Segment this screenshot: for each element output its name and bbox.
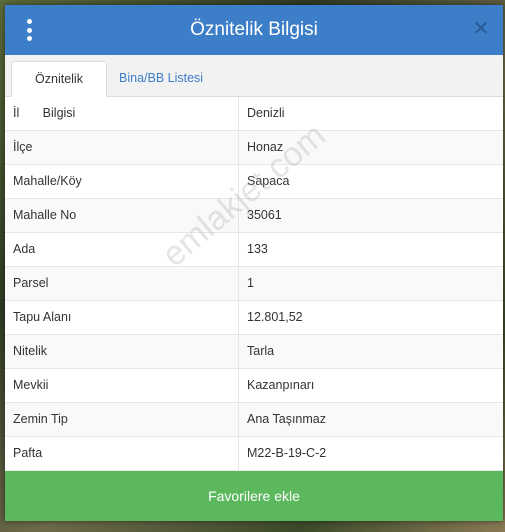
tab-bar: Öznitelik Bilgisi Bina/BB Listesi (5, 55, 503, 120)
attribute-value: Honaz (247, 140, 284, 154)
attribute-key: Ada (5, 233, 239, 266)
attribute-value: Sapaca (247, 174, 290, 188)
attribute-key: Zemin Tip (5, 403, 239, 436)
attribute-value: 133 (247, 242, 268, 256)
tab-oznitelik-bilgisi[interactable]: Öznitelik Bilgisi (11, 61, 107, 120)
attribute-value: Denizli (247, 106, 285, 120)
dialog-title: Öznitelik Bilgisi (190, 19, 318, 40)
attribute-value: Ana Taşınmaz (247, 412, 326, 426)
table-row: Mahalle No 35061 (5, 199, 503, 233)
attribute-key: Tapu Alanı (5, 301, 239, 334)
attribute-key: Mahalle No (5, 199, 239, 232)
table-row: İlçe Honaz (5, 131, 503, 165)
attribute-value: 1 (247, 276, 254, 290)
attribute-value: Tarla (247, 344, 275, 358)
attribute-key: Parsel (5, 267, 239, 300)
table-row: İl Denizli (5, 97, 503, 131)
tab-bina-bb-listesi[interactable]: Bina/BB Listesi (111, 61, 211, 97)
table-row: Nitelik Tarla (5, 335, 503, 369)
table-row: Mahalle/Köy Sapaca (5, 165, 503, 199)
add-to-favorites-button[interactable]: Favorilere ekle (5, 471, 503, 521)
attribute-dialog: Öznitelik Bilgisi ✕ Öznitelik Bilgisi Bi… (5, 5, 503, 521)
dialog-header: Öznitelik Bilgisi ✕ (5, 5, 503, 55)
kebab-menu-icon[interactable] (21, 19, 37, 41)
close-icon[interactable]: ✕ (471, 18, 491, 40)
table-row: Zemin Tip Ana Taşınmaz (5, 403, 503, 437)
attribute-table: İl Denizli İlçe Honaz Mahalle/Köy Sapaca… (5, 97, 503, 471)
attribute-value: Kazanpınarı (247, 378, 315, 392)
table-row: Ada 133 (5, 233, 503, 267)
attribute-key: Mahalle/Köy (5, 165, 239, 198)
table-row: Parsel 1 (5, 267, 503, 301)
attribute-key: İl (5, 97, 239, 130)
table-row: Tapu Alanı 12.801,52 (5, 301, 503, 335)
attribute-key: Mevkii (5, 369, 239, 402)
table-row: Mevkii Kazanpınarı (5, 369, 503, 403)
attribute-value: 35061 (247, 208, 282, 222)
attribute-key: Nitelik (5, 335, 239, 368)
attribute-value: 12.801,52 (247, 310, 303, 324)
attribute-key: İlçe (5, 131, 239, 164)
attribute-key: Pafta (5, 437, 239, 470)
attribute-value: M22-B-19-C-2 (247, 446, 327, 460)
table-row: Pafta M22-B-19-C-2 (5, 437, 503, 471)
